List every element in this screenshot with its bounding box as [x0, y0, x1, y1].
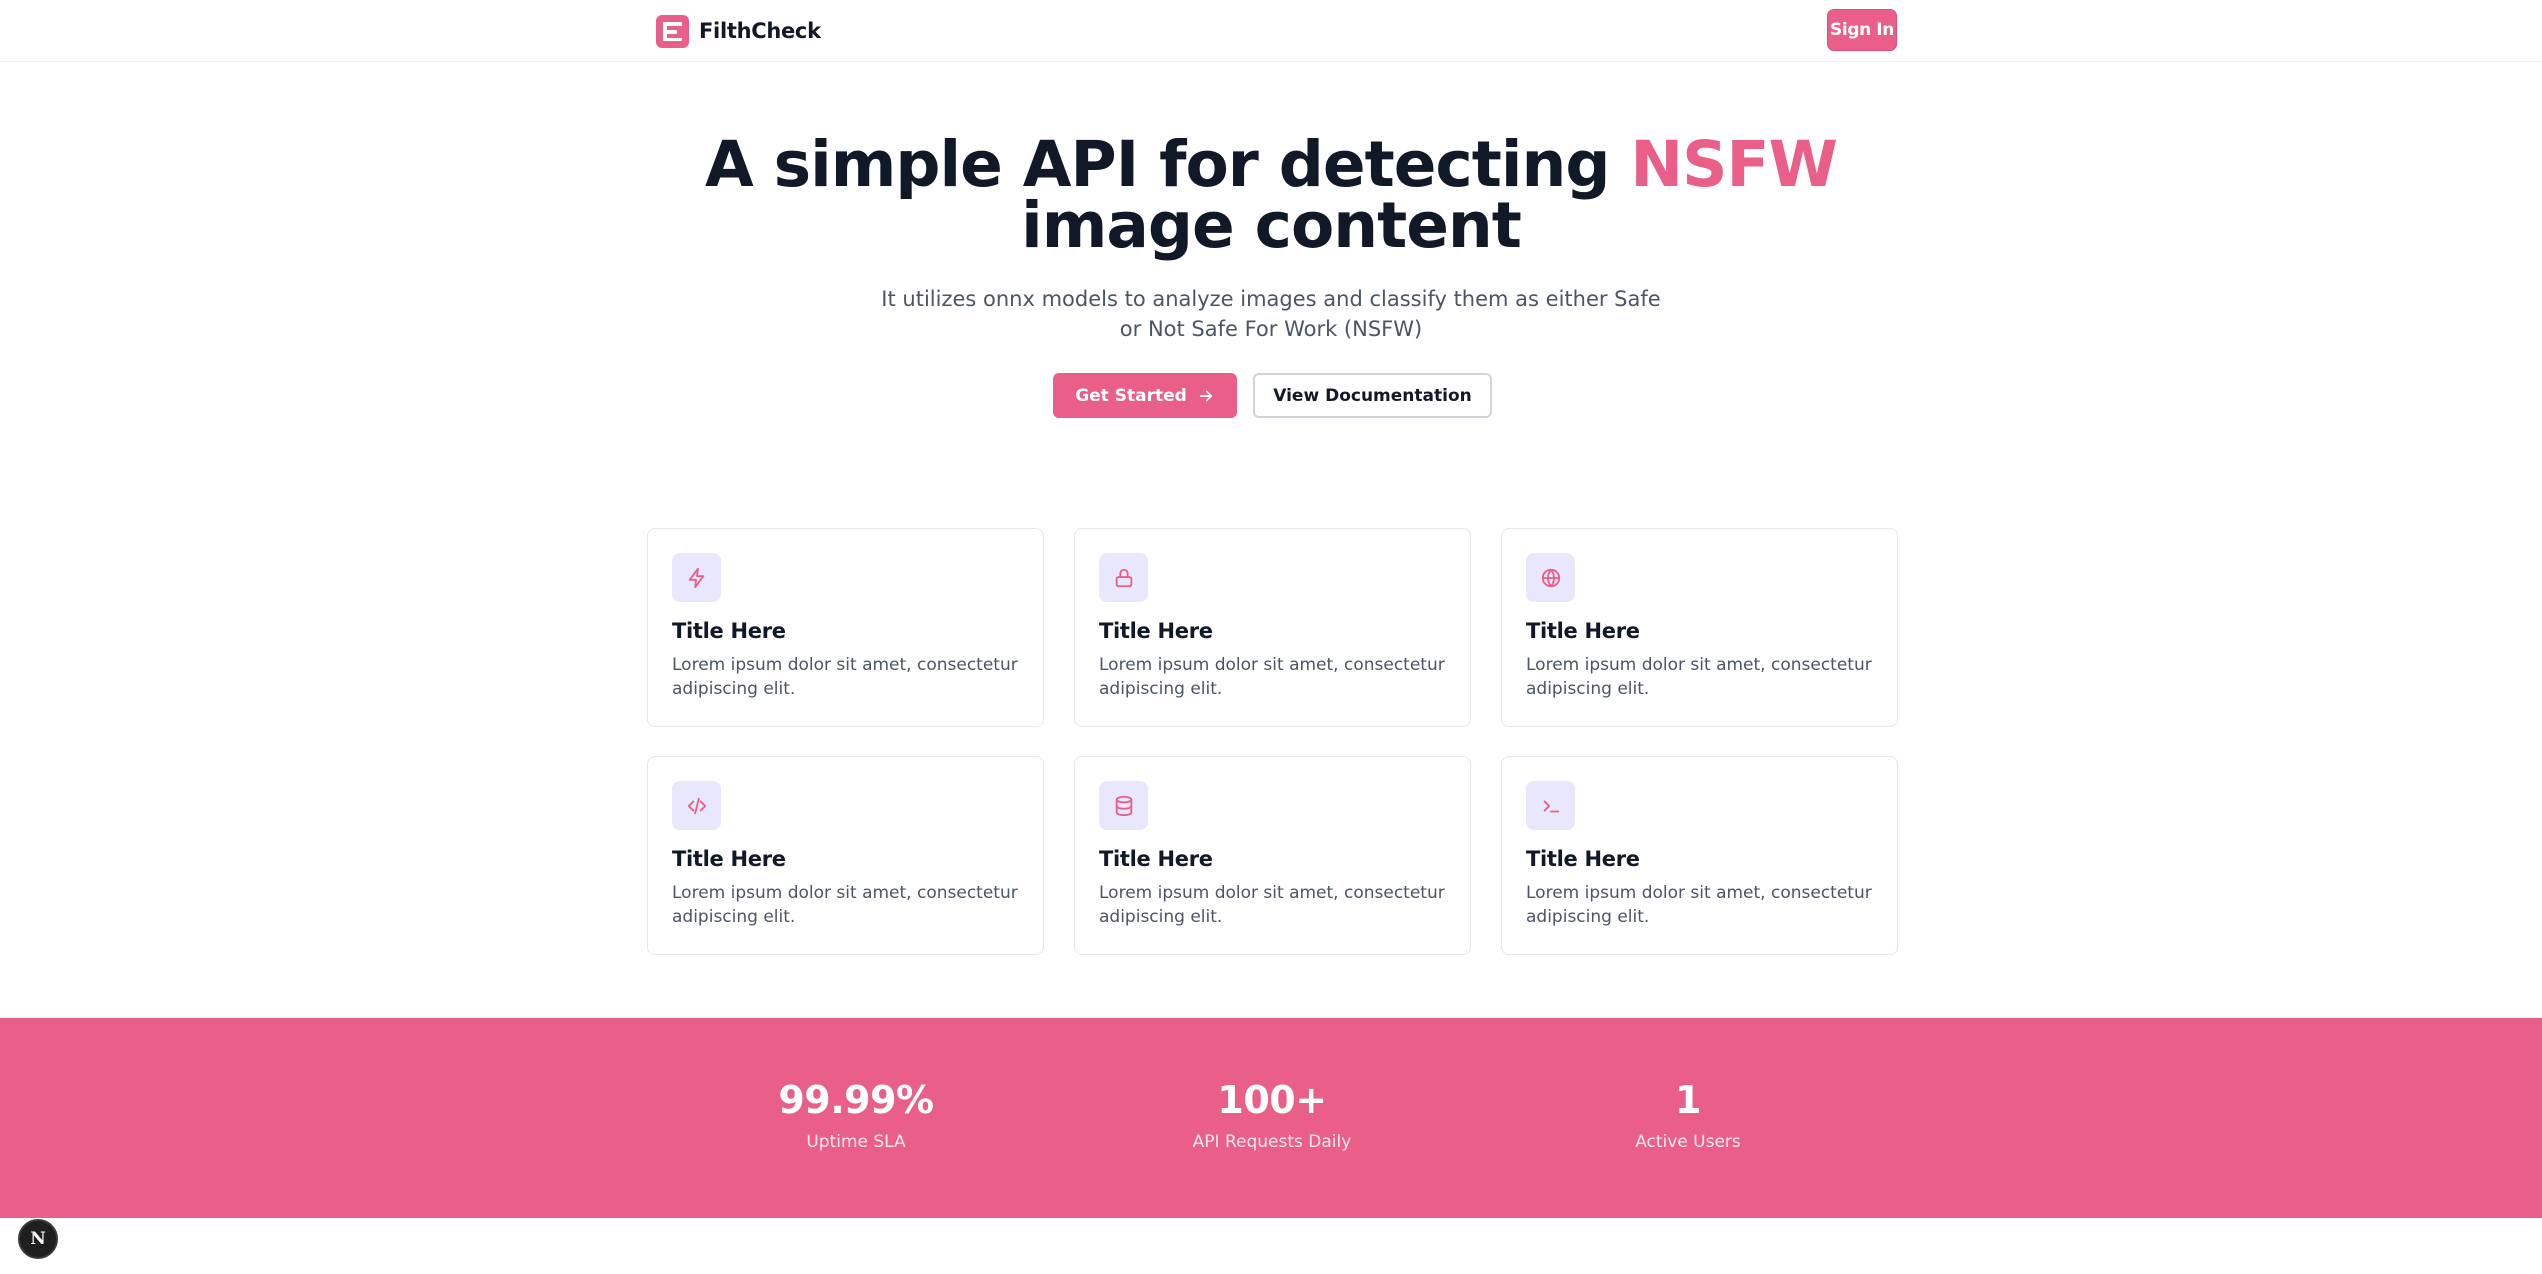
lock-icon	[1099, 553, 1148, 602]
feature-title: Title Here	[672, 619, 786, 643]
stat-value: 1	[1675, 1078, 1701, 1122]
stat-label: API Requests Daily	[1192, 1132, 1352, 1152]
feature-description: Lorem ipsum dolor sit amet, consectetur …	[672, 655, 1018, 699]
stat-value: 100+	[1217, 1078, 1327, 1122]
nextjs-badge-icon[interactable]: N	[18, 1219, 58, 1259]
navbar: FilthCheck Sign In	[0, 0, 2542, 62]
arrow-right-icon	[1199, 390, 1212, 401]
brand-name: FilthCheck	[699, 19, 821, 43]
feature-title: Title Here	[672, 847, 786, 871]
feature-card: Title Here Lorem ipsum dolor sit amet, c…	[1501, 528, 1898, 727]
brand-link[interactable]: FilthCheck	[656, 14, 821, 48]
get-started-label: Get Started	[1075, 385, 1187, 406]
feature-title: Title Here	[1526, 619, 1640, 643]
database-icon	[1099, 781, 1148, 830]
hero-title: A simple API for detecting NSFW image co…	[600, 133, 1942, 257]
zap-icon	[672, 553, 721, 602]
stat-label: Active Users	[1635, 1132, 1741, 1152]
sign-in-button[interactable]: Sign In	[1827, 9, 1897, 51]
stat-api-requests: 100+ API Requests Daily	[1122, 1078, 1422, 1152]
stat-label: Uptime SLA	[806, 1132, 906, 1152]
feature-card: Title Here Lorem ipsum dolor sit amet, c…	[647, 528, 1044, 727]
code-icon	[672, 781, 721, 830]
get-started-button[interactable]: Get Started	[1053, 373, 1237, 418]
feature-card: Title Here Lorem ipsum dolor sit amet, c…	[647, 756, 1044, 955]
feature-card: Title Here Lorem ipsum dolor sit amet, c…	[1074, 528, 1471, 727]
terminal-icon	[1526, 781, 1575, 830]
feature-title: Title Here	[1099, 619, 1213, 643]
hero-title-accent: NSFW	[1630, 128, 1838, 201]
feature-description: Lorem ipsum dolor sit amet, consectetur …	[1526, 655, 1872, 699]
feature-title: Title Here	[1526, 847, 1640, 871]
hero-title-after: image content	[1021, 189, 1522, 262]
feature-title: Title Here	[1099, 847, 1213, 871]
feature-description: Lorem ipsum dolor sit amet, consectetur …	[1099, 883, 1445, 927]
stats-band: 99.99% Uptime SLA 100+ API Requests Dail…	[0, 1018, 2542, 1218]
hero-subtitle: It utilizes onnx models to analyze image…	[881, 287, 1661, 341]
stat-active-users: 1 Active Users	[1538, 1078, 1838, 1152]
feature-description: Lorem ipsum dolor sit amet, consectetur …	[1526, 883, 1872, 927]
globe-icon	[1526, 553, 1575, 602]
feature-card: Title Here Lorem ipsum dolor sit amet, c…	[1501, 756, 1898, 955]
feature-description: Lorem ipsum dolor sit amet, consectetur …	[1099, 655, 1445, 699]
filthcheck-logo-icon	[656, 14, 689, 48]
view-documentation-button[interactable]: View Documentation	[1253, 373, 1492, 418]
feature-card: Title Here Lorem ipsum dolor sit amet, c…	[1074, 756, 1471, 955]
feature-description: Lorem ipsum dolor sit amet, consectetur …	[672, 883, 1018, 927]
stat-value: 99.99%	[778, 1078, 934, 1122]
stat-uptime: 99.99% Uptime SLA	[706, 1078, 1006, 1152]
